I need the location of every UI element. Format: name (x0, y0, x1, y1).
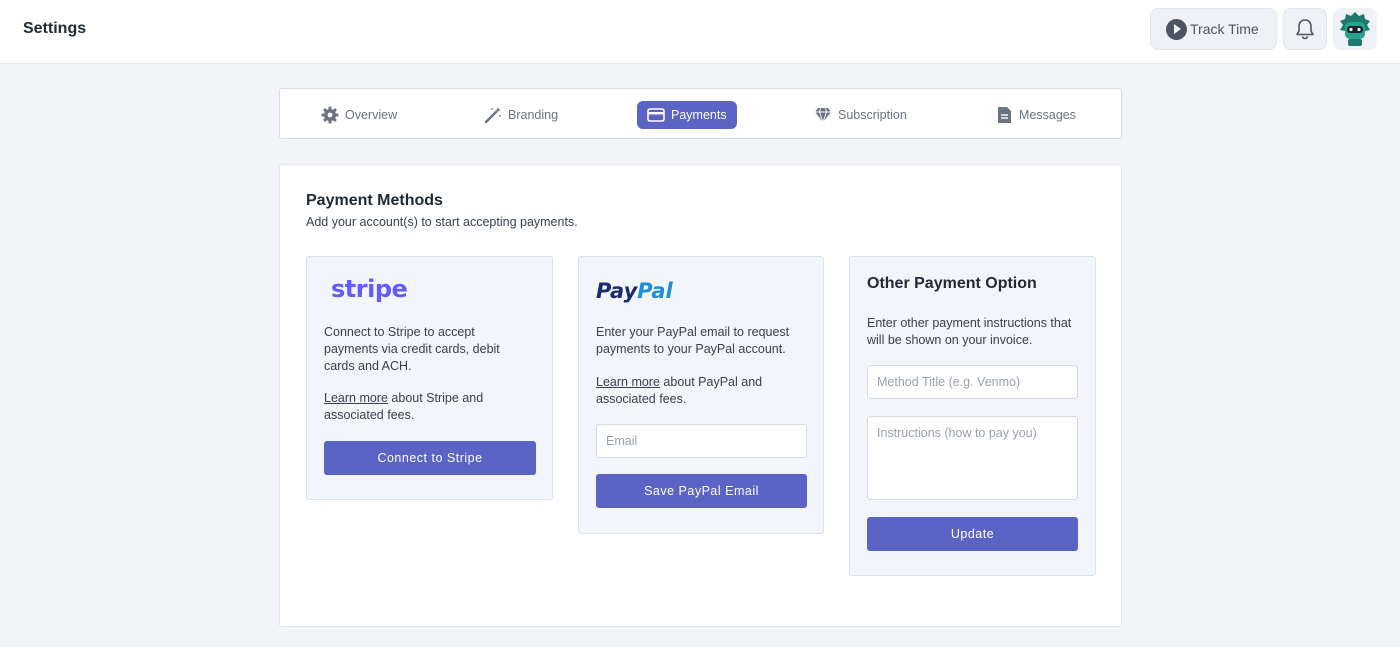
method-title-field[interactable]: Method Title (e.g. Venmo) (867, 365, 1078, 399)
paypal-logo-pay: Pay (596, 279, 638, 303)
gear-icon (321, 106, 339, 124)
page-title: Settings (23, 20, 87, 37)
payment-methods-panel: Payment Methods Add your account(s) to s… (279, 164, 1122, 627)
top-bar: Settings Track Time (0, 0, 1400, 64)
paypal-logo: PayPal (596, 279, 673, 303)
tab-branding[interactable]: Branding (484, 101, 558, 129)
paypal-learn-more-link[interactable]: Learn more (596, 375, 660, 389)
tab-subscription[interactable]: Subscription (814, 101, 907, 129)
section-title: Payment Methods (306, 192, 443, 209)
tab-label: Messages (1019, 108, 1076, 122)
track-time-label: Track Time (1190, 21, 1259, 37)
stripe-logo: stripe (331, 275, 408, 303)
connect-stripe-button[interactable]: Connect to Stripe (324, 441, 536, 475)
tab-payments[interactable]: Payments (637, 101, 737, 129)
other-payment-card: Other Payment Option Enter other payment… (849, 256, 1096, 576)
save-paypal-email-button[interactable]: Save PayPal Email (596, 474, 807, 508)
update-button[interactable]: Update (867, 517, 1078, 551)
paypal-card: PayPal Enter your PayPal email to reques… (578, 256, 824, 534)
magic-wand-icon (484, 107, 501, 124)
section-subtitle: Add your account(s) to start accepting p… (306, 215, 578, 229)
play-icon (1166, 18, 1187, 40)
tab-label: Subscription (838, 108, 907, 122)
tab-label: Payments (671, 108, 727, 122)
tab-messages[interactable]: Messages (996, 101, 1076, 129)
stripe-description: Connect to Stripe to accept payments via… (324, 325, 500, 373)
robot-avatar-icon (1340, 12, 1370, 46)
instructions-textarea[interactable]: Instructions (how to pay you) (867, 416, 1078, 500)
other-payment-title: Other Payment Option (867, 275, 1037, 292)
stripe-learn-more-text: Learn more about Stripe and associated f… (324, 390, 529, 424)
stripe-learn-more-link[interactable]: Learn more (324, 391, 388, 405)
paypal-learn-more-text: Learn more about PayPal and associated f… (596, 374, 801, 408)
settings-tabs: Overview Branding Payments Subscription (279, 88, 1122, 139)
tab-overview[interactable]: Overview (321, 101, 397, 129)
tab-label: Overview (345, 108, 398, 122)
track-time-button[interactable]: Track Time (1150, 8, 1277, 50)
stripe-card: stripe Connect to Stripe to accept payme… (306, 256, 553, 500)
paypal-description: Enter your PayPal email to request payme… (596, 325, 790, 356)
document-icon (998, 107, 1011, 123)
user-avatar[interactable] (1333, 8, 1377, 50)
diamond-icon (815, 107, 831, 123)
paypal-logo-pal: Pal (637, 279, 673, 303)
bell-icon (1296, 19, 1314, 40)
tab-label: Branding (508, 108, 559, 122)
other-payment-description: Enter other payment instructions that wi… (867, 316, 1072, 347)
paypal-email-field[interactable]: Email (596, 424, 807, 458)
notifications-button[interactable] (1283, 8, 1327, 50)
credit-card-icon (647, 108, 665, 122)
